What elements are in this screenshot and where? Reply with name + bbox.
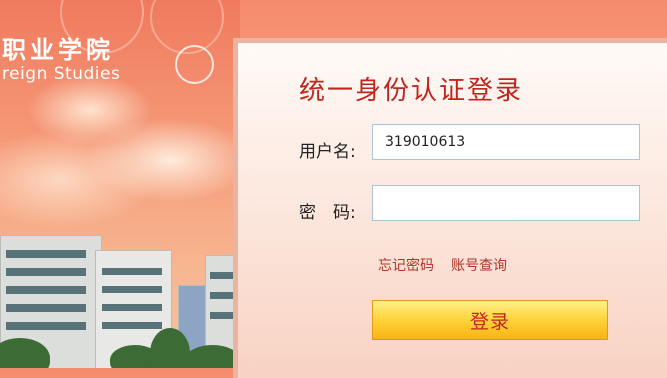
login-button[interactable]: 登录 xyxy=(372,300,608,340)
username-label: 用户名: xyxy=(299,142,356,162)
school-name-english: reign Studies xyxy=(2,64,121,84)
window-row xyxy=(102,322,162,329)
login-title: 统一身份认证登录 xyxy=(299,76,524,106)
window-row xyxy=(210,272,235,279)
password-input[interactable] xyxy=(372,185,640,221)
password-label: 密 码: xyxy=(299,203,356,223)
window-row xyxy=(102,268,162,275)
window-row xyxy=(102,304,162,311)
forgot-password-link[interactable]: 忘记密码 xyxy=(378,255,434,275)
window-row xyxy=(6,286,86,294)
campus-banner-image: 职业学院 reign Studies xyxy=(0,0,240,368)
window-row xyxy=(6,250,86,258)
window-row xyxy=(210,312,235,319)
school-name-chinese: 职业学院 xyxy=(2,35,114,64)
account-lookup-link[interactable]: 账号查询 xyxy=(451,255,507,275)
window-row xyxy=(6,304,86,312)
username-input[interactable] xyxy=(372,124,640,160)
tree xyxy=(185,345,240,368)
window-row xyxy=(210,292,235,299)
window-row xyxy=(102,286,162,293)
window-row xyxy=(6,322,86,330)
cloud-swirl-decoration xyxy=(175,45,214,84)
window-row xyxy=(6,268,86,276)
